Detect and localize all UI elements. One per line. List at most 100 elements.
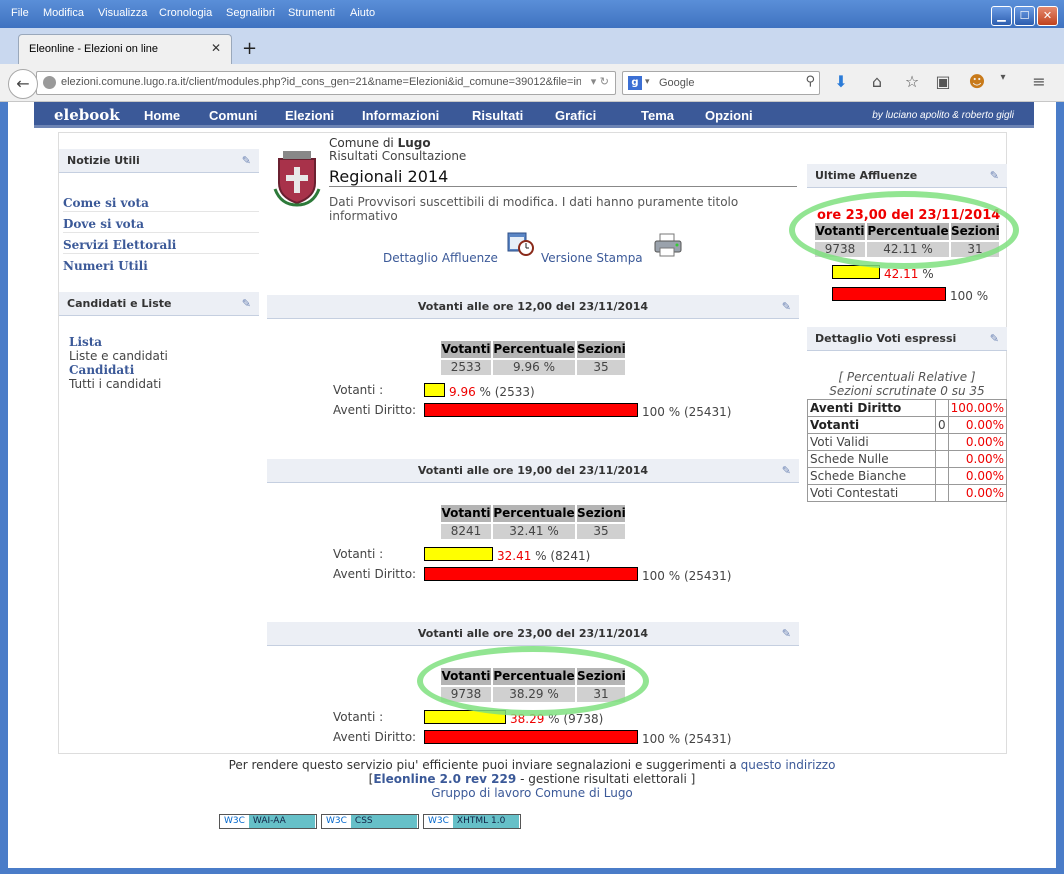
- page-title: Regionali 2014: [329, 167, 449, 186]
- close-window-button[interactable]: ✕: [1037, 6, 1058, 26]
- link-dove-si-vota[interactable]: Dove si vota: [63, 217, 144, 231]
- magnifier-icon[interactable]: ⚲: [805, 74, 815, 89]
- menu-segnalibri[interactable]: Segnalibri: [226, 7, 275, 19]
- content-frame: Notizie Utili ✎ Come si vota Dove si vot…: [58, 132, 1019, 754]
- minimize-button[interactable]: ▁: [991, 6, 1012, 26]
- turnout-header: Votanti alle ore 19,00 del 23/11/2014 ✎: [267, 459, 799, 483]
- nav-grafici[interactable]: Grafici: [555, 108, 596, 123]
- download-icon[interactable]: ⬇: [830, 72, 852, 91]
- title-underline: [329, 186, 797, 187]
- turnout-header: Votanti alle ore 12,00 del 23/11/2014 ✎: [267, 295, 799, 319]
- affluenze-pct-sign: %: [922, 267, 934, 281]
- addon-icon[interactable]: ☻: [966, 72, 988, 91]
- w3c-xhtml-badge[interactable]: W3C XHTML 1.0: [423, 814, 521, 829]
- nav-elezioni[interactable]: Elezioni: [285, 108, 334, 123]
- turnout-header: Votanti alle ore 23,00 del 23/11/2014 ✎: [267, 622, 799, 646]
- search-placeholder: Google: [659, 77, 695, 89]
- nav-informazioni[interactable]: Informazioni: [362, 108, 439, 123]
- votanti-label: Votanti :: [333, 547, 384, 561]
- calendar-clock-icon[interactable]: [507, 231, 535, 257]
- voti-row: Schede Bianche 0.00%: [807, 467, 1008, 485]
- voti-pct: 0.00%: [947, 467, 1008, 485]
- pencil-icon[interactable]: ✎: [782, 627, 791, 640]
- notizie-title: Notizie Utili: [67, 154, 140, 167]
- search-box[interactable]: g ▾ Google ⚲: [622, 71, 820, 95]
- votanti-count: (2533): [494, 385, 535, 399]
- voti-value: [934, 484, 949, 502]
- tab-close-icon[interactable]: ✕: [211, 41, 221, 55]
- chevron-down-icon: ▾: [645, 77, 650, 87]
- pencil-icon[interactable]: ✎: [242, 297, 251, 310]
- turnout-votanti: 2533: [441, 360, 491, 375]
- link-lista[interactable]: Lista: [69, 335, 102, 349]
- lista-desc: Liste e candidati: [69, 349, 168, 363]
- divider: [63, 253, 259, 254]
- new-tab-icon[interactable]: +: [242, 38, 257, 59]
- link-servizi-elettorali[interactable]: Servizi Elettorali: [63, 238, 176, 252]
- turnout-sezioni: 35: [577, 360, 625, 375]
- chevron-down-icon[interactable]: ▾: [992, 72, 1014, 83]
- menu-visualizza[interactable]: Visualizza: [98, 7, 147, 19]
- menu-aiuto[interactable]: Aiuto: [350, 7, 375, 19]
- back-icon: ←: [16, 74, 30, 93]
- nav-risultati[interactable]: Risultati: [472, 108, 523, 123]
- url-bar[interactable]: elezioni.comune.lugo.ra.it/client/module…: [36, 71, 616, 95]
- menu-icon[interactable]: ≡: [1028, 72, 1050, 91]
- votanti-label: Votanti :: [333, 710, 384, 724]
- col-percentuale-header: Percentuale: [493, 341, 575, 358]
- pencil-icon[interactable]: ✎: [990, 169, 999, 182]
- candidati-desc: Tutti i candidati: [69, 377, 162, 391]
- pencil-icon[interactable]: ✎: [782, 464, 791, 477]
- turnout-title: Votanti alle ore 23,00 del 23/11/2014: [417, 627, 649, 640]
- voti-table: Aventi Diritto 100.00% Votanti 0 0.00% Voti V…: [807, 399, 1008, 502]
- aventi-label: Aventi Diritto:: [333, 567, 417, 581]
- maximize-button[interactable]: ☐: [1014, 6, 1035, 26]
- tab-title: Eleonline - Elezioni on line: [29, 43, 159, 55]
- aventi-total-count: (25431): [683, 569, 732, 583]
- footer-email-link[interactable]: questo indirizzo: [741, 758, 836, 772]
- clipboard-icon[interactable]: ▣: [932, 72, 954, 91]
- link-come-si-vota[interactable]: Come si vota: [63, 196, 149, 210]
- page-content: elebook Home Comuni Elezioni Informazion…: [8, 102, 1056, 868]
- link-candidati[interactable]: Candidati: [69, 363, 134, 377]
- printer-icon[interactable]: [653, 233, 683, 257]
- pencil-icon[interactable]: ✎: [782, 300, 791, 313]
- votanti-pct-value: 32.41: [497, 549, 532, 563]
- footer-group-link[interactable]: Gruppo di lavoro Comune di Lugo: [8, 786, 1056, 800]
- nav-comuni[interactable]: Comuni: [209, 108, 257, 123]
- google-icon: g: [628, 76, 642, 90]
- nav-tema[interactable]: Tema: [641, 108, 674, 123]
- nav-opzioni[interactable]: Opzioni: [705, 108, 753, 123]
- pencil-icon[interactable]: ✎: [990, 332, 999, 345]
- menu-cronologia[interactable]: Cronologia: [159, 7, 212, 19]
- star-icon[interactable]: ☆: [901, 72, 923, 91]
- nav-home[interactable]: Home: [144, 108, 180, 123]
- pencil-icon[interactable]: ✎: [242, 154, 251, 167]
- badge-w3c: W3C: [424, 815, 453, 828]
- votanti-pct-label: 32.41 % (8241): [497, 549, 591, 563]
- back-button[interactable]: ←: [8, 69, 38, 99]
- voti-pct: 0.00%: [947, 484, 1008, 502]
- votanti-pct-label: 9.96 % (2533): [449, 385, 535, 399]
- footer-version-link[interactable]: Eleonline 2.0 rev 229: [373, 772, 516, 786]
- aventi-bar: [424, 730, 638, 744]
- w3c-css-badge[interactable]: W3C CSS: [321, 814, 419, 829]
- aventi-total-pct: 100 %: [642, 732, 681, 746]
- home-icon[interactable]: ⌂: [866, 72, 888, 91]
- link-numeri-utili[interactable]: Numeri Utili: [63, 259, 148, 273]
- menu-strumenti[interactable]: Strumenti: [288, 7, 335, 19]
- w3c-wai-badge[interactable]: W3C WAI-AA: [219, 814, 317, 829]
- versione-stampa-link[interactable]: Versione Stampa: [541, 251, 643, 265]
- col-sezioni-header: Sezioni: [577, 341, 626, 358]
- globe-icon: [43, 76, 56, 89]
- dettaglio-affluenze-link[interactable]: Dettaglio Affluenze: [383, 251, 498, 265]
- coat-of-arms-icon: [271, 149, 323, 207]
- aventi-total-pct: 100 %: [642, 569, 681, 583]
- aventi-total-count: (25431): [683, 732, 732, 746]
- votanti-label: Votanti :: [333, 383, 384, 397]
- site-logo[interactable]: elebook: [54, 106, 120, 124]
- browser-tab[interactable]: Eleonline - Elezioni on line ✕: [18, 34, 232, 64]
- reload-icon[interactable]: ▾ ↻: [591, 75, 609, 88]
- menu-file[interactable]: File: [11, 7, 29, 19]
- menu-modifica[interactable]: Modifica: [43, 7, 84, 19]
